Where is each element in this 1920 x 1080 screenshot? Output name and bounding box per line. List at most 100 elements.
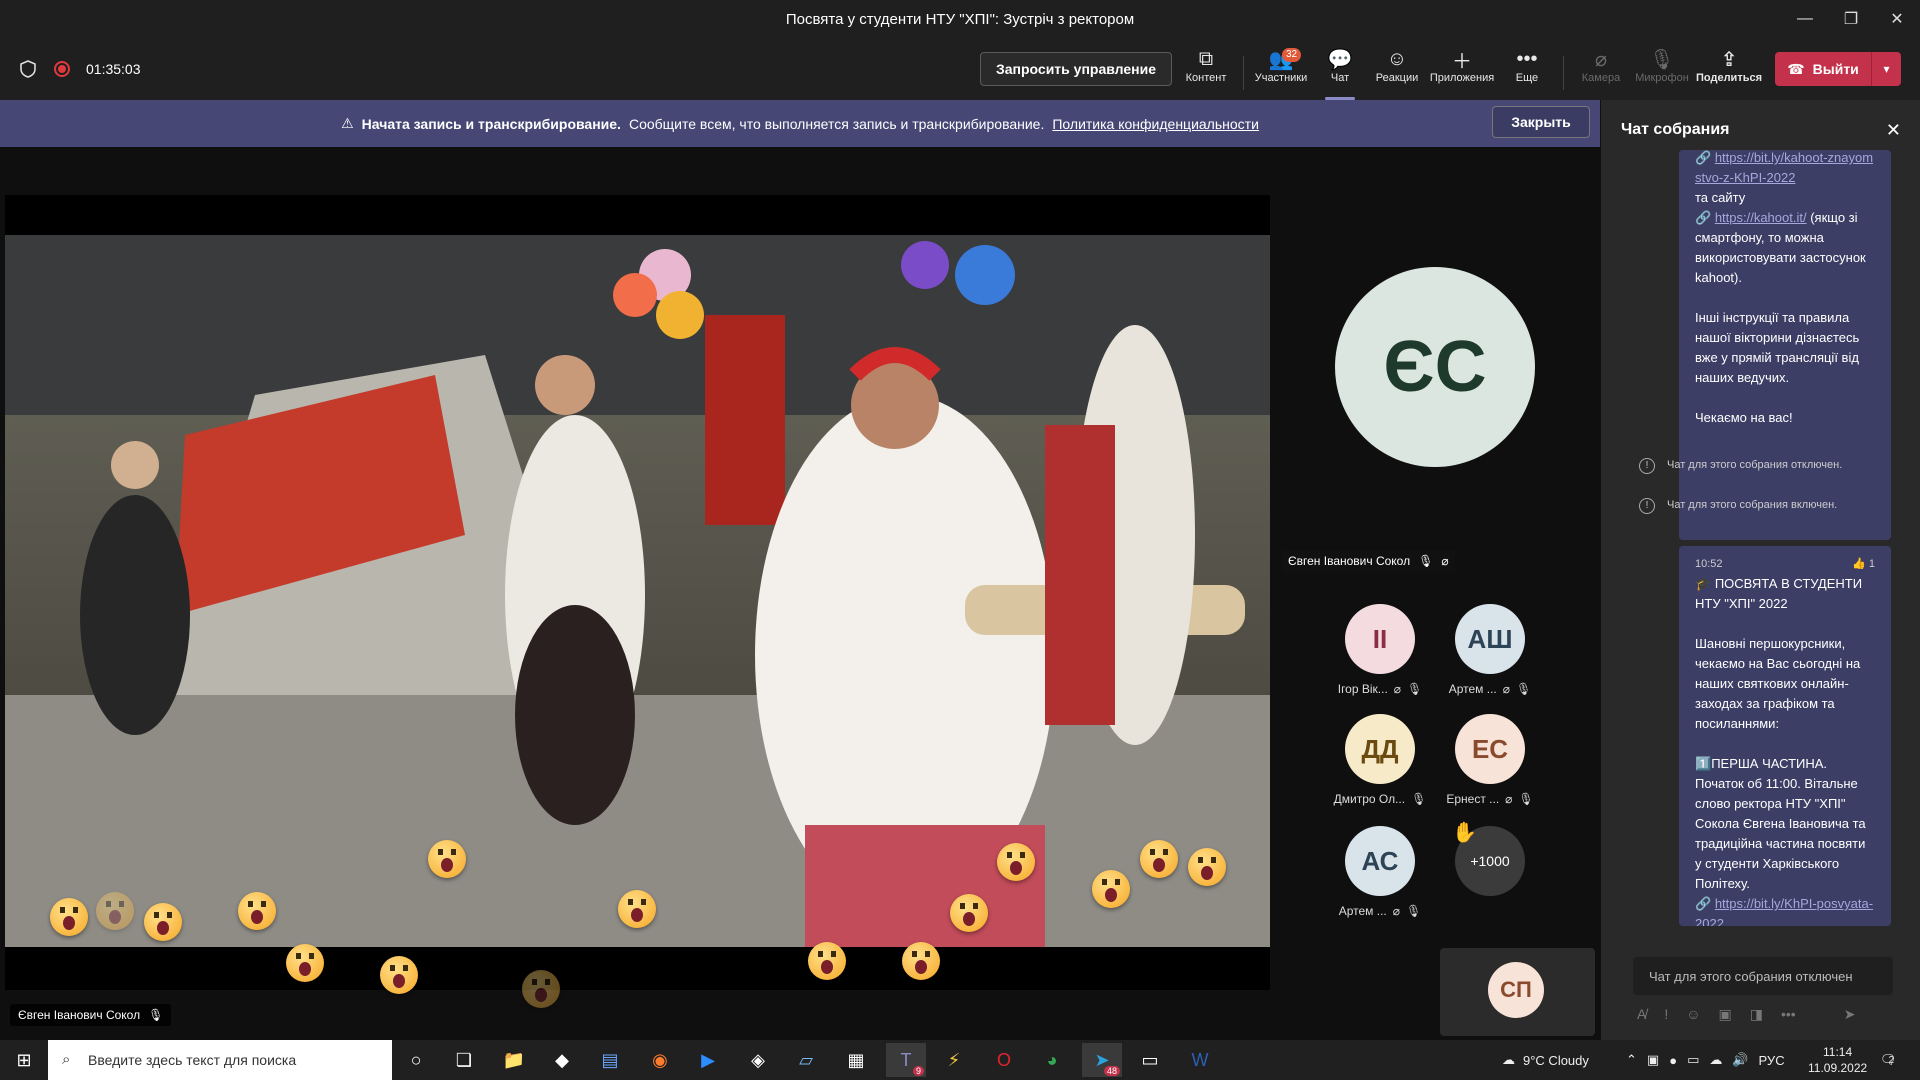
participant-tile[interactable]: ДД Дмитро Ол... 🎙 — [1330, 714, 1430, 806]
participant-tile[interactable]: АШ Артем ... ⌀ 🎙 — [1440, 604, 1540, 696]
close-banner-button[interactable]: Закрыть — [1492, 106, 1590, 138]
tray-app-icon[interactable]: ● — [1669, 1053, 1677, 1068]
chat-link[interactable]: https://bit.ly/kahoot-znayomstvo-z-KhPI-… — [1695, 150, 1873, 185]
recording-icon — [54, 61, 70, 77]
reaction-emoji — [50, 898, 88, 936]
priority-icon[interactable]: ! — [1664, 1006, 1668, 1023]
apps-button[interactable]: ＋ Приложения — [1430, 46, 1494, 96]
more-button[interactable]: ••• Еще — [1502, 46, 1552, 96]
mic-off-icon: 🎙 — [1406, 904, 1422, 918]
chat-message: 10:52 👍 1 🎓 ПОСВЯТА В СТУДЕНТИ НТУ "ХПІ"… — [1679, 546, 1891, 926]
featured-avatar[interactable]: ЄС — [1335, 267, 1535, 467]
request-control-button[interactable]: Запросить управление — [980, 52, 1172, 86]
onedrive-icon[interactable]: ☁ — [1709, 1052, 1722, 1068]
teams-icon[interactable]: T9 — [886, 1043, 926, 1077]
participants-button[interactable]: 👥 32 Участники — [1252, 46, 1310, 96]
reaction-emoji — [96, 892, 134, 930]
self-avatar: СП — [1488, 962, 1544, 1018]
participant-tile[interactable]: АС Артем ... ⌀ 🎙 — [1330, 826, 1430, 918]
format-icon[interactable]: A̸ — [1637, 1006, 1646, 1023]
file-explorer-icon[interactable]: 📁 — [494, 1043, 534, 1077]
app-icon[interactable]: ◆ — [542, 1043, 582, 1077]
video-frame — [5, 235, 1270, 947]
taskbar-search[interactable]: ⌕ Введите здесь текст для поиска — [48, 1040, 392, 1080]
app-icon[interactable]: ◈ — [738, 1043, 778, 1077]
participant-avatar: ІІ — [1345, 604, 1415, 674]
meeting-status: 01:35:03 — [18, 38, 141, 100]
participant-avatar: АС — [1345, 826, 1415, 896]
reactions-icon: ☺ — [1386, 47, 1408, 70]
app-icon[interactable]: ⚡ — [934, 1043, 974, 1077]
overflow-participants-tile[interactable]: +1000 ✋ — [1440, 822, 1540, 896]
window-controls: — ❐ ✕ — [1782, 0, 1920, 38]
camera-off-icon: ⌀ — [1441, 554, 1449, 568]
chevron-down-icon[interactable]: ▾ — [1871, 52, 1901, 86]
send-icon[interactable]: ➤ — [1844, 1006, 1856, 1023]
restore-icon[interactable]: ❐ — [1828, 0, 1874, 38]
mic-off-icon: 🎙 — [1407, 682, 1423, 696]
chat-link[interactable]: https://bit.ly/KhPI-posvyata-2022 — [1695, 896, 1873, 926]
close-window-icon[interactable]: ✕ — [1874, 0, 1920, 38]
plus-icon: ＋ — [1452, 50, 1472, 73]
reaction-emoji — [902, 942, 940, 980]
volume-icon[interactable]: 🔊 — [1732, 1052, 1748, 1068]
leave-button[interactable]: ☎ Выйти ▾ — [1775, 52, 1901, 86]
self-view-tile[interactable]: СП — [1440, 948, 1595, 1036]
weather-widget[interactable]: ☁ 9°C Cloudy — [1502, 1040, 1589, 1080]
cortana-icon[interactable]: ○ — [396, 1043, 436, 1077]
camera-button[interactable]: ⌀ Камера — [1575, 46, 1627, 96]
app-icon[interactable]: ▤ — [590, 1043, 630, 1077]
privacy-policy-link[interactable]: Политика конфиденциальности — [1052, 116, 1259, 132]
close-icon[interactable]: ✕ — [1886, 120, 1901, 141]
chat-button[interactable]: 💬 Чат — [1320, 46, 1360, 100]
emoji-icon[interactable]: ☺ — [1686, 1006, 1700, 1023]
zoom-icon[interactable]: ▶ — [688, 1043, 728, 1077]
chat-link[interactable]: https://kahoot.it/ — [1715, 210, 1807, 225]
network-icon[interactable]: ▭ — [1687, 1052, 1699, 1068]
raised-hand-icon: ✋ — [1452, 822, 1477, 844]
telegram-icon[interactable]: ➤ 48 — [1082, 1043, 1122, 1077]
system-message: ! Чат для этого собрания включен. — [1639, 498, 1879, 514]
calculator-icon[interactable]: ▦ — [836, 1043, 876, 1077]
content-button[interactable]: ⧉ Контент — [1181, 46, 1231, 96]
app-icon[interactable]: ▱ — [786, 1043, 826, 1077]
chat-input[interactable]: Чат для этого собрания отключен — [1633, 957, 1893, 995]
info-icon: ! — [1639, 458, 1655, 474]
chevron-up-icon[interactable]: ⌃ — [1626, 1052, 1637, 1068]
microphone-button[interactable]: 🎙 Микрофон — [1633, 46, 1691, 96]
shield-icon[interactable] — [18, 59, 38, 79]
notifications-icon[interactable]: 🗨 2 — [1880, 1040, 1897, 1080]
share-button[interactable]: ⇪ Поделиться — [1696, 46, 1762, 96]
minimize-icon[interactable]: — — [1782, 0, 1828, 38]
reaction-emoji — [144, 903, 182, 941]
clock[interactable]: 11:14 11.09.2022 — [1808, 1040, 1867, 1080]
speaker-name-tag: Євген Іванович Сокол 🎙 — [10, 1004, 172, 1026]
window-title: Посвята у студенти НТУ "ХПІ": Зустріч з … — [785, 10, 1135, 28]
link-icon: 🔗 — [1695, 210, 1712, 225]
opera-icon[interactable]: O — [984, 1043, 1024, 1077]
language-indicator[interactable]: РУС — [1759, 1053, 1785, 1068]
reactions-button[interactable]: ☺ Реакции — [1372, 46, 1422, 96]
gif-icon[interactable]: ▣ — [1719, 1006, 1732, 1023]
telegram-badge: 48 — [1103, 1066, 1120, 1076]
task-view-icon[interactable]: ❏ — [444, 1043, 484, 1077]
search-icon: ⌕ — [62, 1051, 71, 1068]
participant-avatar: ДД — [1345, 714, 1415, 784]
number-one-icon: 1️⃣ — [1695, 756, 1712, 771]
participant-tile[interactable]: ІІ Ігор Вік... ⌀ 🎙 — [1330, 604, 1430, 696]
system-tray: ⌃ ▣ ● ▭ ☁ 🔊 РУС — [1626, 1040, 1785, 1080]
banner-title: Начата запись и транскрибирование. — [361, 115, 621, 132]
windows-start-icon[interactable]: ⊞ — [4, 1043, 44, 1077]
app-icon[interactable]: ▭ — [1130, 1043, 1170, 1077]
word-icon[interactable]: W — [1180, 1043, 1220, 1077]
tray-app-icon[interactable]: ▣ — [1647, 1052, 1659, 1068]
more-icon[interactable]: ••• — [1781, 1006, 1796, 1023]
reaction-count[interactable]: 👍 1 — [1852, 554, 1875, 574]
share-icon: ⇪ — [1720, 48, 1738, 71]
firefox-icon[interactable]: ◉ — [640, 1043, 680, 1077]
reaction-emoji — [950, 894, 988, 932]
chrome-icon[interactable]: ◕ — [1032, 1043, 1072, 1077]
participant-tile[interactable]: ЕС Ернест ... ⌀ 🎙 — [1440, 714, 1540, 806]
share-screen-icon: ⧉ — [1198, 47, 1214, 70]
sticker-icon[interactable]: ◨ — [1750, 1006, 1763, 1023]
